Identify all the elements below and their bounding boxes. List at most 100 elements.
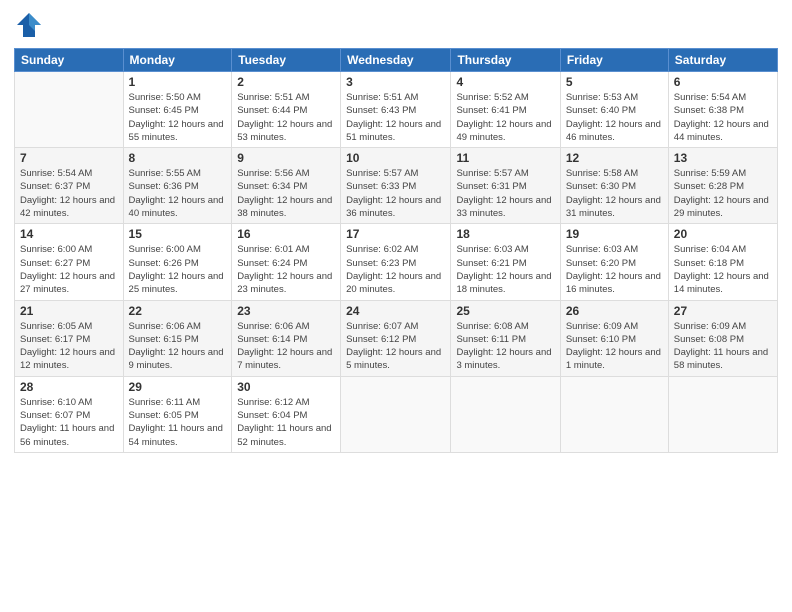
calendar-cell: 4 Sunrise: 5:52 AM Sunset: 6:41 PM Daylig…	[451, 72, 560, 148]
calendar-cell: 10 Sunrise: 5:57 AM Sunset: 6:33 PM Dayli…	[341, 148, 451, 224]
calendar-cell: 25Sunrise: 6:08 AM Sunset: 6:11 PM Dayli…	[451, 300, 560, 376]
calendar-cell: 3Sunrise: 5:51 AM Sunset: 6:43 PM Daylig…	[341, 72, 451, 148]
calendar-header-row: SundayMondayTuesdayWednesdayThursdayFrid…	[15, 49, 778, 72]
day-number: 9	[237, 151, 335, 165]
calendar-day-header: Saturday	[668, 49, 777, 72]
calendar-cell: 22 Sunrise: 6:06 AM Sunset: 6:15 PM Dayli…	[123, 300, 232, 376]
calendar-cell	[15, 72, 124, 148]
day-info: Sunrise: 5:50 AM Sunset: 6:45 PM Dayligh…	[129, 91, 227, 144]
day-number: 4	[456, 75, 554, 89]
calendar-cell: 24 Sunrise: 6:07 AM Sunset: 6:12 PM Dayli…	[341, 300, 451, 376]
day-number: 14	[20, 227, 118, 241]
day-number: 16	[237, 227, 335, 241]
day-info: Sunrise: 5:52 AM Sunset: 6:41 PM Dayligh…	[456, 91, 554, 144]
day-number: 23	[237, 304, 335, 318]
logo	[14, 10, 48, 40]
calendar-week-row: 7Sunrise: 5:54 AM Sunset: 6:37 PM Daylig…	[15, 148, 778, 224]
day-number: 6	[674, 75, 772, 89]
day-info: Sunrise: 5:59 AM Sunset: 6:28 PM Dayligh…	[674, 167, 772, 220]
calendar-cell: 30Sunrise: 6:12 AM Sunset: 6:04 PM Dayli…	[232, 376, 341, 452]
day-number: 25	[456, 304, 554, 318]
calendar-week-row: 28 Sunrise: 6:10 AM Sunset: 6:07 PM Dayli…	[15, 376, 778, 452]
page-container: SundayMondayTuesdayWednesdayThursdayFrid…	[0, 0, 792, 612]
day-info: Sunrise: 5:58 AM Sunset: 6:30 PM Dayligh…	[566, 167, 663, 220]
day-info: Sunrise: 6:00 AM Sunset: 6:26 PM Dayligh…	[129, 243, 227, 296]
day-number: 3	[346, 75, 445, 89]
logo-icon	[14, 10, 44, 40]
calendar-cell: 9Sunrise: 5:56 AM Sunset: 6:34 PM Daylig…	[232, 148, 341, 224]
calendar-cell: 1 Sunrise: 5:50 AM Sunset: 6:45 PM Daylig…	[123, 72, 232, 148]
day-number: 11	[456, 151, 554, 165]
calendar-cell	[341, 376, 451, 452]
calendar-cell: 14 Sunrise: 6:00 AM Sunset: 6:27 PM Dayli…	[15, 224, 124, 300]
day-number: 15	[129, 227, 227, 241]
day-info: Sunrise: 5:51 AM Sunset: 6:44 PM Dayligh…	[237, 91, 335, 144]
day-info: Sunrise: 6:07 AM Sunset: 6:12 PM Dayligh…	[346, 320, 445, 373]
day-number: 8	[129, 151, 227, 165]
day-info: Sunrise: 5:53 AM Sunset: 6:40 PM Dayligh…	[566, 91, 663, 144]
day-info: Sunrise: 6:06 AM Sunset: 6:14 PM Dayligh…	[237, 320, 335, 373]
day-info: Sunrise: 6:05 AM Sunset: 6:17 PM Dayligh…	[20, 320, 118, 373]
calendar-day-header: Wednesday	[341, 49, 451, 72]
calendar-cell: 29Sunrise: 6:11 AM Sunset: 6:05 PM Dayli…	[123, 376, 232, 452]
day-number: 1	[129, 75, 227, 89]
day-info: Sunrise: 5:57 AM Sunset: 6:33 PM Dayligh…	[346, 167, 445, 220]
day-info: Sunrise: 6:00 AM Sunset: 6:27 PM Dayligh…	[20, 243, 118, 296]
day-number: 28	[20, 380, 118, 394]
calendar-day-header: Thursday	[451, 49, 560, 72]
calendar-cell: 2 Sunrise: 5:51 AM Sunset: 6:44 PM Daylig…	[232, 72, 341, 148]
day-info: Sunrise: 6:10 AM Sunset: 6:07 PM Dayligh…	[20, 396, 118, 449]
day-number: 12	[566, 151, 663, 165]
calendar-table: SundayMondayTuesdayWednesdayThursdayFrid…	[14, 48, 778, 453]
day-number: 2	[237, 75, 335, 89]
day-number: 22	[129, 304, 227, 318]
calendar-cell: 6 Sunrise: 5:54 AM Sunset: 6:38 PM Daylig…	[668, 72, 777, 148]
day-number: 19	[566, 227, 663, 241]
day-number: 29	[129, 380, 227, 394]
day-info: Sunrise: 6:09 AM Sunset: 6:08 PM Dayligh…	[674, 320, 772, 373]
day-info: Sunrise: 5:55 AM Sunset: 6:36 PM Dayligh…	[129, 167, 227, 220]
calendar-cell	[451, 376, 560, 452]
calendar-cell	[668, 376, 777, 452]
calendar-cell: 28 Sunrise: 6:10 AM Sunset: 6:07 PM Dayli…	[15, 376, 124, 452]
calendar-cell: 21 Sunrise: 6:05 AM Sunset: 6:17 PM Dayli…	[15, 300, 124, 376]
day-info: Sunrise: 5:57 AM Sunset: 6:31 PM Dayligh…	[456, 167, 554, 220]
day-info: Sunrise: 6:09 AM Sunset: 6:10 PM Dayligh…	[566, 320, 663, 373]
day-info: Sunrise: 6:01 AM Sunset: 6:24 PM Dayligh…	[237, 243, 335, 296]
calendar-cell: 7Sunrise: 5:54 AM Sunset: 6:37 PM Daylig…	[15, 148, 124, 224]
day-number: 13	[674, 151, 772, 165]
calendar-cell	[560, 376, 668, 452]
calendar-cell: 13 Sunrise: 5:59 AM Sunset: 6:28 PM Dayli…	[668, 148, 777, 224]
day-info: Sunrise: 5:54 AM Sunset: 6:37 PM Dayligh…	[20, 167, 118, 220]
calendar-day-header: Monday	[123, 49, 232, 72]
day-number: 27	[674, 304, 772, 318]
calendar-cell: 23 Sunrise: 6:06 AM Sunset: 6:14 PM Dayli…	[232, 300, 341, 376]
calendar-cell: 15 Sunrise: 6:00 AM Sunset: 6:26 PM Dayli…	[123, 224, 232, 300]
day-number: 21	[20, 304, 118, 318]
calendar-cell: 19 Sunrise: 6:03 AM Sunset: 6:20 PM Dayli…	[560, 224, 668, 300]
calendar-day-header: Tuesday	[232, 49, 341, 72]
calendar-cell: 11 Sunrise: 5:57 AM Sunset: 6:31 PM Dayli…	[451, 148, 560, 224]
day-number: 10	[346, 151, 445, 165]
day-info: Sunrise: 6:03 AM Sunset: 6:20 PM Dayligh…	[566, 243, 663, 296]
day-number: 20	[674, 227, 772, 241]
calendar-week-row: 14 Sunrise: 6:00 AM Sunset: 6:27 PM Dayli…	[15, 224, 778, 300]
day-number: 5	[566, 75, 663, 89]
day-number: 26	[566, 304, 663, 318]
calendar-cell: 17 Sunrise: 6:02 AM Sunset: 6:23 PM Dayli…	[341, 224, 451, 300]
day-info: Sunrise: 6:06 AM Sunset: 6:15 PM Dayligh…	[129, 320, 227, 373]
calendar-week-row: 1 Sunrise: 5:50 AM Sunset: 6:45 PM Daylig…	[15, 72, 778, 148]
day-info: Sunrise: 6:12 AM Sunset: 6:04 PM Dayligh…	[237, 396, 335, 449]
calendar-cell: 5 Sunrise: 5:53 AM Sunset: 6:40 PM Daylig…	[560, 72, 668, 148]
day-info: Sunrise: 6:02 AM Sunset: 6:23 PM Dayligh…	[346, 243, 445, 296]
calendar-cell: 16 Sunrise: 6:01 AM Sunset: 6:24 PM Dayli…	[232, 224, 341, 300]
calendar-cell: 8 Sunrise: 5:55 AM Sunset: 6:36 PM Daylig…	[123, 148, 232, 224]
calendar-day-header: Sunday	[15, 49, 124, 72]
day-info: Sunrise: 5:54 AM Sunset: 6:38 PM Dayligh…	[674, 91, 772, 144]
day-info: Sunrise: 6:04 AM Sunset: 6:18 PM Dayligh…	[674, 243, 772, 296]
day-number: 18	[456, 227, 554, 241]
calendar-cell: 12 Sunrise: 5:58 AM Sunset: 6:30 PM Dayli…	[560, 148, 668, 224]
day-number: 24	[346, 304, 445, 318]
day-number: 17	[346, 227, 445, 241]
calendar-cell: 26 Sunrise: 6:09 AM Sunset: 6:10 PM Dayli…	[560, 300, 668, 376]
